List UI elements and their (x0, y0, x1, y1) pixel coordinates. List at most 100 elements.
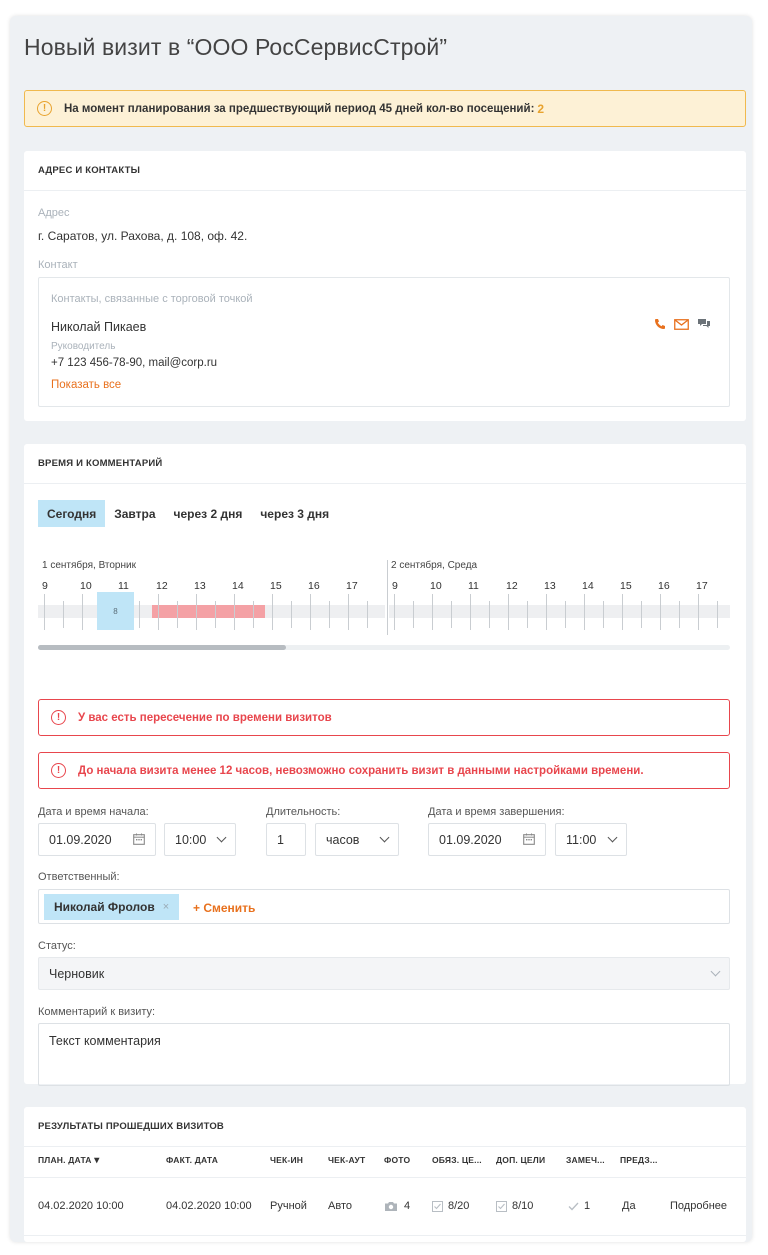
chevron-down-icon (607, 832, 618, 843)
hour-tick (394, 594, 395, 630)
tab-in-3-days[interactable]: через 3 дня (251, 500, 338, 527)
column-fact-date[interactable]: ФАКТ. ДАТА (166, 1155, 218, 1165)
hour-label: 14 (232, 580, 244, 592)
column-extra-goals[interactable]: ДОП. ЦЕЛИ (496, 1155, 545, 1165)
day1-track[interactable] (38, 605, 385, 618)
start-label: Дата и время начала: (38, 806, 149, 818)
busy-slot (152, 605, 265, 618)
hour-tick (546, 594, 547, 630)
hour-label: 12 (506, 580, 518, 592)
hour-label: 14 (582, 580, 594, 592)
duration-input[interactable]: 1 (266, 823, 306, 856)
hour-label: 17 (346, 580, 358, 592)
column-check-in[interactable]: ЧЕК-ИН (270, 1155, 303, 1165)
sort-down-icon: ▾ (94, 1155, 100, 1166)
half-hour-tick (717, 601, 718, 628)
results-section-heading: РЕЗУЛЬТАТЫ ПРОШЕДШИХ ВИЗИТОВ (24, 1107, 746, 1147)
column-photo[interactable]: ФОТО (384, 1155, 410, 1165)
half-hour-tick (603, 601, 604, 628)
hour-label: 15 (270, 580, 282, 592)
timeline[interactable]: 1 сентября, Вторник 2 сентября, Среда 9 1… (38, 560, 730, 635)
status-select[interactable]: Черновик (38, 957, 730, 990)
day-divider (387, 560, 388, 635)
row-required-goals: 8/20 (432, 1200, 469, 1212)
column-pre[interactable]: ПРЕДЗ... (620, 1155, 658, 1165)
hour-label: 9 (42, 580, 48, 592)
hour-label: 16 (308, 580, 320, 592)
column-check-out[interactable]: ЧЕК-АУТ (328, 1155, 365, 1165)
column-remarks[interactable]: ЗАМЕЧ... (566, 1155, 605, 1165)
timeline-scroll-thumb[interactable] (38, 645, 286, 650)
calendar-icon (133, 833, 145, 845)
half-hour-tick (177, 601, 178, 628)
tab-tomorrow[interactable]: Завтра (105, 500, 164, 527)
time-section-heading: ВРЕМЯ И КОММЕНТАРИЙ (24, 444, 746, 484)
end-time-value: 11:00 (566, 832, 597, 847)
hour-label: 13 (544, 580, 556, 592)
column-plan-date[interactable]: ПЛАН. ДАТА ▾ (38, 1155, 99, 1166)
hour-label: 10 (430, 580, 442, 592)
contact-label: Контакт (38, 259, 78, 271)
chat-icon[interactable] (697, 318, 711, 330)
tab-today[interactable]: Сегодня (38, 500, 106, 527)
end-date-input[interactable]: 01.09.2020 (428, 823, 546, 856)
hour-tick (272, 594, 273, 630)
day2-label: 2 сентября, Среда (391, 560, 478, 571)
change-responsible-button[interactable]: + Сменить (193, 901, 255, 915)
time-error: ! До начала визита менее 12 часов, невоз… (38, 752, 730, 789)
contact-role: Руководитель (51, 341, 116, 352)
duration-label: Длительность: (266, 806, 341, 818)
hour-tick (158, 594, 159, 630)
remove-icon[interactable]: × (163, 901, 169, 913)
duration-unit-value: часов (326, 832, 360, 847)
hour-tick (470, 594, 471, 630)
hour-tick (234, 594, 235, 630)
duration-value: 1 (277, 832, 284, 847)
phone-icon[interactable] (654, 318, 666, 330)
column-required-goals[interactable]: ОБЯЗ. ЦЕ... (432, 1155, 482, 1165)
warning-icon: ! (37, 101, 52, 116)
past-visits-card: РЕЗУЛЬТАТЫ ПРОШЕДШИХ ВИЗИТОВ ПЛАН. ДАТА … (24, 1107, 746, 1242)
row-divider (24, 1235, 746, 1236)
selected-slot[interactable]: 8 (97, 592, 134, 630)
contacts-caption: Контакты, связанные с торговой точкой (51, 293, 253, 305)
contact-name: Николай Пикаев (51, 320, 147, 334)
timeline-scrollbar[interactable] (38, 645, 730, 650)
hour-tick (660, 594, 661, 630)
visit-form-window: Новый визит в “ООО РосСервисСтрой” ! На … (10, 16, 752, 1242)
photo-count: 4 (404, 1200, 411, 1212)
checkbox-icon (496, 1200, 507, 1212)
duration-unit-select[interactable]: часов (315, 823, 399, 856)
remarks-value: 1 (584, 1200, 591, 1212)
contact-box: Контакты, связанные с торговой точкой Ни… (38, 277, 730, 407)
half-hour-tick (565, 601, 566, 628)
half-hour-tick (139, 601, 140, 628)
overlap-error-text: У вас есть пересечение по времени визито… (78, 711, 332, 724)
error-icon: ! (51, 710, 66, 725)
start-time-select[interactable]: 10:00 (164, 823, 236, 856)
chevron-down-icon (379, 832, 390, 843)
comment-textarea[interactable]: Текст комментария (38, 1023, 730, 1086)
extra-goals-value: 8/10 (512, 1200, 534, 1212)
hour-tick (348, 594, 349, 630)
column-plan-date-label: ПЛАН. ДАТА (38, 1155, 92, 1165)
half-hour-tick (527, 601, 528, 628)
end-label: Дата и время завершения: (428, 806, 565, 818)
hour-label: 16 (658, 580, 670, 592)
hour-tick (82, 594, 83, 630)
address-contacts-card: АДРЕС И КОНТАКТЫ Адрес г. Саратов, ул. Р… (24, 151, 746, 421)
visits-warning-banner: ! На момент планирования за предшествующ… (24, 90, 746, 127)
start-date-input[interactable]: 01.09.2020 (38, 823, 156, 856)
hour-label: 11 (468, 580, 479, 592)
mail-icon[interactable] (674, 318, 689, 330)
details-link[interactable]: Подробнее (670, 1200, 727, 1212)
comment-value: Текст комментария (49, 1034, 161, 1048)
end-time-select[interactable]: 11:00 (555, 823, 627, 856)
responsible-chip: Николай Фролов × (44, 894, 180, 920)
tab-in-2-days[interactable]: через 2 дня (165, 500, 252, 527)
half-hour-tick (367, 601, 368, 628)
responsible-label: Ответственный: (38, 871, 120, 883)
show-all-link[interactable]: Показать все (51, 379, 121, 391)
responsible-field[interactable]: Николай Фролов × + Сменить (38, 889, 730, 924)
address-label: Адрес (38, 207, 70, 219)
